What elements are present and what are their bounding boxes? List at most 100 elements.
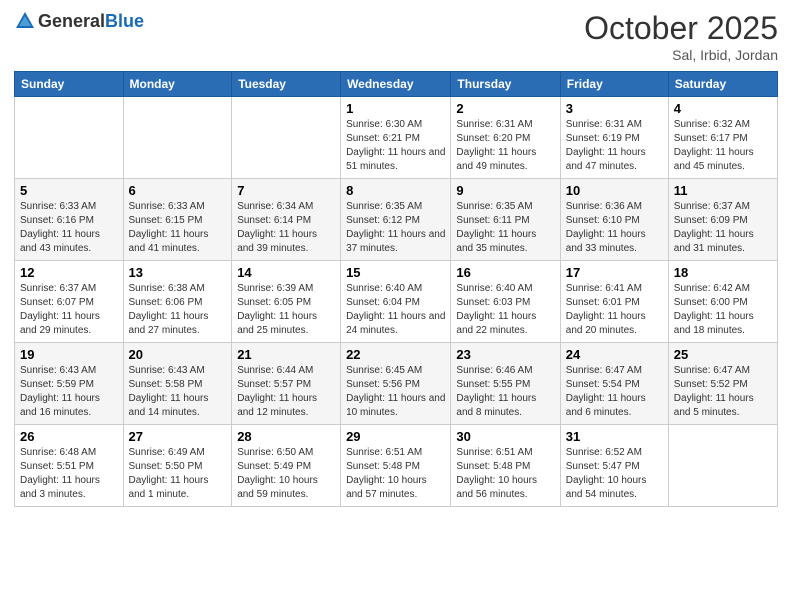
day-info: Sunrise: 6:51 AM Sunset: 5:48 PM Dayligh… (456, 446, 554, 502)
day-cell: 4 Sunrise: 6:32 AM Sunset: 6:17 PM Daylig… (668, 97, 777, 179)
day-cell: 30 Sunrise: 6:51 AM Sunset: 5:48 PM Dayli… (451, 425, 560, 507)
logo-icon (14, 10, 36, 32)
day-cell: 1 Sunrise: 6:30 AM Sunset: 6:21 PM Daylig… (341, 97, 451, 179)
day-info: Sunrise: 6:43 AM Sunset: 5:58 PM Dayligh… (129, 364, 227, 420)
day-number: 23 (456, 347, 554, 362)
header: GeneralBlue October 2025 Sal, Irbid, Jor… (14, 10, 778, 63)
day-number: 20 (129, 347, 227, 362)
day-info: Sunrise: 6:49 AM Sunset: 5:50 PM Dayligh… (129, 446, 227, 502)
day-cell (232, 97, 341, 179)
week-row-3: 12Sunrise: 6:37 AM Sunset: 6:07 PM Dayli… (15, 261, 778, 343)
day-number: 9 (456, 183, 554, 198)
col-tuesday: Tuesday (232, 72, 341, 97)
day-info: Sunrise: 6:36 AM Sunset: 6:10 PM Dayligh… (566, 200, 663, 256)
month-title: October 2025 (584, 10, 778, 47)
day-info: Sunrise: 6:31 AM Sunset: 6:19 PM Dayligh… (566, 118, 663, 174)
day-cell: 19 Sunrise: 6:43 AM Sunset: 5:59 PM Dayli… (15, 343, 124, 425)
day-info: Sunrise: 6:47 AM Sunset: 5:54 PM Dayligh… (566, 364, 663, 420)
day-cell (15, 97, 124, 179)
day-cell: 29 Sunrise: 6:51 AM Sunset: 5:48 PM Dayli… (341, 425, 451, 507)
day-cell: 14Sunrise: 6:39 AM Sunset: 6:05 PM Dayli… (232, 261, 341, 343)
calendar-body: 1 Sunrise: 6:30 AM Sunset: 6:21 PM Daylig… (15, 97, 778, 507)
day-info: Sunrise: 6:32 AM Sunset: 6:17 PM Dayligh… (674, 118, 772, 174)
day-info: Sunrise: 6:46 AM Sunset: 5:55 PM Dayligh… (456, 364, 554, 420)
day-info: Sunrise: 6:51 AM Sunset: 5:48 PM Dayligh… (346, 446, 445, 502)
day-info: Sunrise: 6:35 AM Sunset: 6:11 PM Dayligh… (456, 200, 554, 256)
day-cell: 8 Sunrise: 6:35 AM Sunset: 6:12 PM Daylig… (341, 179, 451, 261)
day-info: Sunrise: 6:40 AM Sunset: 6:04 PM Dayligh… (346, 282, 445, 338)
day-cell: 21 Sunrise: 6:44 AM Sunset: 5:57 PM Dayli… (232, 343, 341, 425)
week-row-1: 1 Sunrise: 6:30 AM Sunset: 6:21 PM Daylig… (15, 97, 778, 179)
day-number: 8 (346, 183, 445, 198)
day-info: Sunrise: 6:43 AM Sunset: 5:59 PM Dayligh… (20, 364, 118, 420)
day-cell: 5 Sunrise: 6:33 AM Sunset: 6:16 PM Daylig… (15, 179, 124, 261)
day-cell: 16Sunrise: 6:40 AM Sunset: 6:03 PM Dayli… (451, 261, 560, 343)
day-number: 22 (346, 347, 445, 362)
day-info: Sunrise: 6:40 AM Sunset: 6:03 PM Dayligh… (456, 282, 554, 338)
day-number: 1 (346, 101, 445, 116)
day-number: 26 (20, 429, 118, 444)
day-info: Sunrise: 6:33 AM Sunset: 6:16 PM Dayligh… (20, 200, 118, 256)
day-cell: 27 Sunrise: 6:49 AM Sunset: 5:50 PM Dayli… (123, 425, 232, 507)
week-row-5: 26 Sunrise: 6:48 AM Sunset: 5:51 PM Dayli… (15, 425, 778, 507)
main-container: GeneralBlue October 2025 Sal, Irbid, Jor… (0, 0, 792, 517)
logo-text: GeneralBlue (38, 11, 144, 32)
day-info: Sunrise: 6:35 AM Sunset: 6:12 PM Dayligh… (346, 200, 445, 256)
day-number: 27 (129, 429, 227, 444)
week-row-4: 19 Sunrise: 6:43 AM Sunset: 5:59 PM Dayli… (15, 343, 778, 425)
day-cell: 26 Sunrise: 6:48 AM Sunset: 5:51 PM Dayli… (15, 425, 124, 507)
calendar-header-row: Sunday Monday Tuesday Wednesday Thursday… (15, 72, 778, 97)
day-number: 21 (237, 347, 335, 362)
day-number: 31 (566, 429, 663, 444)
col-wednesday: Wednesday (341, 72, 451, 97)
day-cell: 28 Sunrise: 6:50 AM Sunset: 5:49 PM Dayli… (232, 425, 341, 507)
day-number: 5 (20, 183, 118, 198)
day-cell: 11Sunrise: 6:37 AM Sunset: 6:09 PM Dayli… (668, 179, 777, 261)
day-number: 10 (566, 183, 663, 198)
day-info: Sunrise: 6:30 AM Sunset: 6:21 PM Dayligh… (346, 118, 445, 174)
day-number: 13 (129, 265, 227, 280)
day-number: 15 (346, 265, 445, 280)
day-cell: 17Sunrise: 6:41 AM Sunset: 6:01 PM Dayli… (560, 261, 668, 343)
day-cell: 6 Sunrise: 6:33 AM Sunset: 6:15 PM Daylig… (123, 179, 232, 261)
day-info: Sunrise: 6:47 AM Sunset: 5:52 PM Dayligh… (674, 364, 772, 420)
day-number: 6 (129, 183, 227, 198)
day-cell: 22Sunrise: 6:45 AM Sunset: 5:56 PM Dayli… (341, 343, 451, 425)
logo-blue: Blue (105, 11, 144, 31)
title-block: October 2025 Sal, Irbid, Jordan (584, 10, 778, 63)
col-saturday: Saturday (668, 72, 777, 97)
day-number: 19 (20, 347, 118, 362)
day-info: Sunrise: 6:42 AM Sunset: 6:00 PM Dayligh… (674, 282, 772, 338)
day-number: 17 (566, 265, 663, 280)
day-cell: 24Sunrise: 6:47 AM Sunset: 5:54 PM Dayli… (560, 343, 668, 425)
day-cell: 2Sunrise: 6:31 AM Sunset: 6:20 PM Daylig… (451, 97, 560, 179)
day-info: Sunrise: 6:48 AM Sunset: 5:51 PM Dayligh… (20, 446, 118, 502)
day-cell: 15 Sunrise: 6:40 AM Sunset: 6:04 PM Dayli… (341, 261, 451, 343)
day-info: Sunrise: 6:37 AM Sunset: 6:07 PM Dayligh… (20, 282, 118, 338)
day-cell: 25 Sunrise: 6:47 AM Sunset: 5:52 PM Dayli… (668, 343, 777, 425)
day-number: 2 (456, 101, 554, 116)
day-cell: 3 Sunrise: 6:31 AM Sunset: 6:19 PM Daylig… (560, 97, 668, 179)
day-info: Sunrise: 6:38 AM Sunset: 6:06 PM Dayligh… (129, 282, 227, 338)
day-cell: 13 Sunrise: 6:38 AM Sunset: 6:06 PM Dayli… (123, 261, 232, 343)
day-cell: 31 Sunrise: 6:52 AM Sunset: 5:47 PM Dayli… (560, 425, 668, 507)
col-friday: Friday (560, 72, 668, 97)
col-monday: Monday (123, 72, 232, 97)
day-number: 29 (346, 429, 445, 444)
day-cell: 9 Sunrise: 6:35 AM Sunset: 6:11 PM Daylig… (451, 179, 560, 261)
day-cell: 18Sunrise: 6:42 AM Sunset: 6:00 PM Dayli… (668, 261, 777, 343)
day-cell: 20 Sunrise: 6:43 AM Sunset: 5:58 PM Dayli… (123, 343, 232, 425)
day-number: 30 (456, 429, 554, 444)
day-info: Sunrise: 6:52 AM Sunset: 5:47 PM Dayligh… (566, 446, 663, 502)
day-info: Sunrise: 6:33 AM Sunset: 6:15 PM Dayligh… (129, 200, 227, 256)
day-number: 25 (674, 347, 772, 362)
col-thursday: Thursday (451, 72, 560, 97)
day-number: 3 (566, 101, 663, 116)
day-number: 14 (237, 265, 335, 280)
day-cell: 10 Sunrise: 6:36 AM Sunset: 6:10 PM Dayli… (560, 179, 668, 261)
day-info: Sunrise: 6:50 AM Sunset: 5:49 PM Dayligh… (237, 446, 335, 502)
day-number: 4 (674, 101, 772, 116)
logo-general: General (38, 11, 105, 31)
day-number: 28 (237, 429, 335, 444)
day-info: Sunrise: 6:44 AM Sunset: 5:57 PM Dayligh… (237, 364, 335, 420)
